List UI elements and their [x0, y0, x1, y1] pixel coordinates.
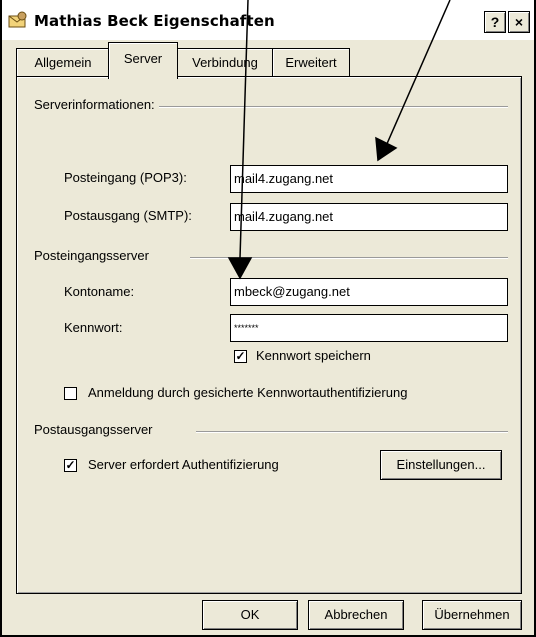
annotation-arrows	[227, 0, 451, 280]
arrow-to-incoming-field	[239, 0, 249, 259]
tab-server[interactable]: Server	[108, 42, 178, 79]
properties-dialog: Mathias Beck Eigenschaften ? × Allgemein…	[0, 0, 536, 637]
arrowhead-diag	[375, 136, 398, 162]
arrowhead-down	[227, 257, 253, 280]
arrow-to-account-field	[385, 0, 451, 147]
